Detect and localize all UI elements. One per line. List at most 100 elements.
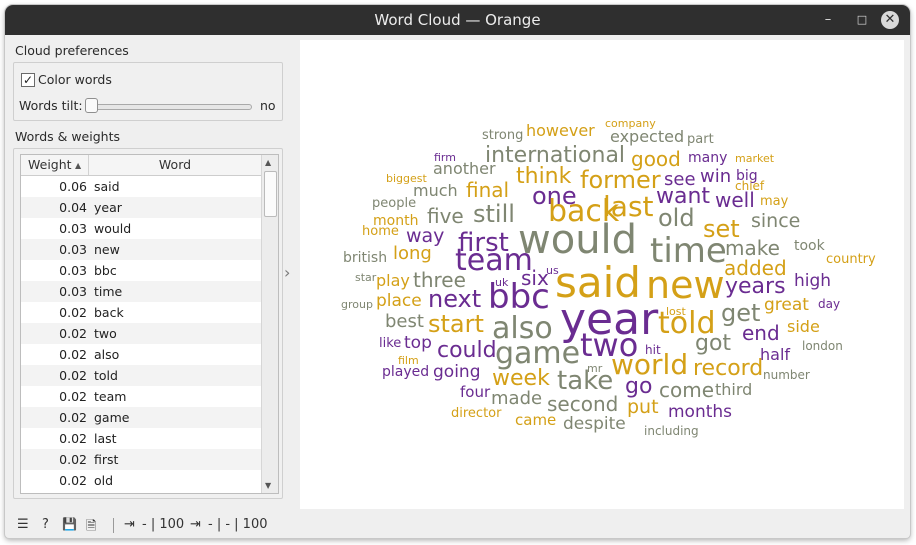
cloud-word: took	[794, 238, 825, 254]
table-row[interactable]: 0.02 back	[21, 302, 261, 323]
table-scrollbar[interactable]: ▲ ▼	[261, 155, 278, 493]
table-row[interactable]: 0.02 team	[21, 386, 261, 407]
weight-cell: 0.03	[59, 221, 87, 236]
weight-cell: 0.02	[59, 389, 87, 404]
table-row[interactable]: 0.02 game	[21, 407, 261, 428]
cloud-word: well	[715, 188, 755, 212]
weight-cell: 0.03	[59, 242, 87, 257]
table-row[interactable]: 0.02 last	[21, 428, 261, 449]
weight-cell: 0.02	[59, 452, 87, 467]
word-cell: bbc	[94, 263, 117, 278]
cloud-word: old	[658, 204, 695, 232]
cloud-word: former	[580, 166, 661, 194]
table-row[interactable]: 0.02 two	[21, 323, 261, 344]
color-words-checkbox[interactable]: ✓	[21, 73, 35, 87]
cloud-word: game	[495, 336, 581, 371]
maximize-button[interactable]: □	[854, 12, 870, 28]
output-icon: ⇥	[190, 517, 201, 532]
report-icon[interactable]: 🗎	[86, 517, 96, 538]
cloud-word: star	[355, 271, 377, 284]
cloud-word: start	[428, 310, 484, 338]
cloud-word: home	[362, 224, 399, 239]
title-bar[interactable]: Word Cloud — Orange – □ ✕	[5, 5, 910, 35]
table-row[interactable]: 0.06 said	[21, 176, 261, 197]
cloud-word: five	[427, 204, 464, 228]
words-tilt-slider[interactable]	[93, 104, 252, 110]
weight-cell: 0.03	[59, 284, 87, 299]
cloud-word: since	[751, 210, 801, 232]
table-row[interactable]: 0.02 first	[21, 449, 261, 470]
word-column-header[interactable]: Word	[90, 155, 260, 175]
cloud-word: second	[547, 392, 619, 416]
cloud-word: place	[376, 291, 422, 311]
scroll-down-icon[interactable]: ▼	[265, 481, 271, 490]
cloud-word: come	[659, 378, 715, 402]
cloud-word: may	[760, 194, 789, 209]
weight-cell: 0.02	[59, 368, 87, 383]
cloud-word: played	[382, 364, 430, 380]
weight-cell: 0.02	[59, 305, 87, 320]
table-row[interactable]: 0.03 bbc	[21, 260, 261, 281]
scroll-up-icon[interactable]: ▲	[265, 158, 271, 167]
table-row[interactable]: 0.02 also	[21, 344, 261, 365]
cloud-word: day	[818, 297, 841, 311]
help-icon[interactable]: ?	[42, 517, 49, 532]
weight-cell: 0.04	[59, 200, 87, 215]
table-row[interactable]: 0.04 year	[21, 197, 261, 218]
cloud-word: best	[385, 311, 424, 332]
table-header: Weight ▲ Word	[21, 155, 261, 176]
words-tilt-value: no	[260, 98, 276, 113]
cloud-word: london	[802, 339, 843, 353]
words-tilt-slider-handle[interactable]	[85, 98, 98, 113]
table-row[interactable]: 0.02 told	[21, 365, 261, 386]
word-cell: back	[94, 305, 124, 320]
cloud-word: country	[826, 252, 876, 267]
cloud-word: however	[526, 121, 595, 140]
words-tilt-label: Words tilt:	[19, 98, 83, 113]
color-words-label[interactable]: Color words	[38, 72, 112, 87]
cloud-word: half	[760, 345, 791, 364]
cloud-word: people	[372, 196, 417, 211]
cloud-word: record	[693, 356, 764, 381]
cloud-word: director	[451, 406, 502, 421]
table-row[interactable]: 0.03 new	[21, 239, 261, 260]
input-icon: ⇥	[124, 517, 135, 532]
cloud-word: another	[433, 159, 496, 178]
save-icon[interactable]: 💾	[62, 517, 77, 531]
statusbar-separator	[113, 518, 114, 533]
word-cell: said	[94, 179, 120, 194]
cloud-word: side	[787, 317, 820, 336]
cloud-word: week	[492, 366, 550, 391]
close-button[interactable]: ✕	[881, 11, 899, 29]
cloud-word: high	[794, 271, 832, 291]
cloud-word: including	[644, 424, 699, 438]
cloud-word: much	[413, 181, 458, 200]
word-cell: last	[94, 431, 117, 446]
cloud-word: got	[695, 331, 732, 356]
cloud-word: top	[404, 333, 432, 353]
table-body: 0.06 said 0.04 year 0.03 would 0.03 new 0.03 bbc 0…	[21, 176, 261, 491]
menu-icon[interactable]: ☰	[17, 517, 29, 532]
minimize-button[interactable]: –	[820, 12, 836, 28]
cloud-preferences-title: Cloud preferences	[15, 43, 129, 58]
output-summary: - | - | 100	[208, 517, 268, 532]
cloud-word: end	[742, 321, 780, 345]
cloud-word: despite	[563, 414, 626, 434]
cloud-word: strong	[482, 128, 524, 143]
weight-cell: 0.02	[59, 410, 87, 425]
cloud-word: play	[376, 271, 410, 290]
sort-ascending-icon: ▲	[75, 161, 82, 170]
cloud-word: four	[460, 383, 491, 401]
table-row[interactable]: 0.03 would	[21, 218, 261, 239]
collapse-panel-icon[interactable]: ›	[284, 263, 290, 282]
cloud-word: like	[379, 336, 402, 351]
cloud-word: final	[466, 178, 510, 202]
weight-cell: 0.02	[59, 347, 87, 362]
word-cell: time	[94, 284, 123, 299]
scrollbar-thumb[interactable]	[264, 171, 277, 217]
cloud-word: still	[473, 200, 515, 228]
table-row[interactable]: 0.03 time	[21, 281, 261, 302]
table-row[interactable]: 0.02 old	[21, 470, 261, 491]
word-cell: game	[94, 410, 130, 425]
word-cell: old	[94, 473, 114, 488]
